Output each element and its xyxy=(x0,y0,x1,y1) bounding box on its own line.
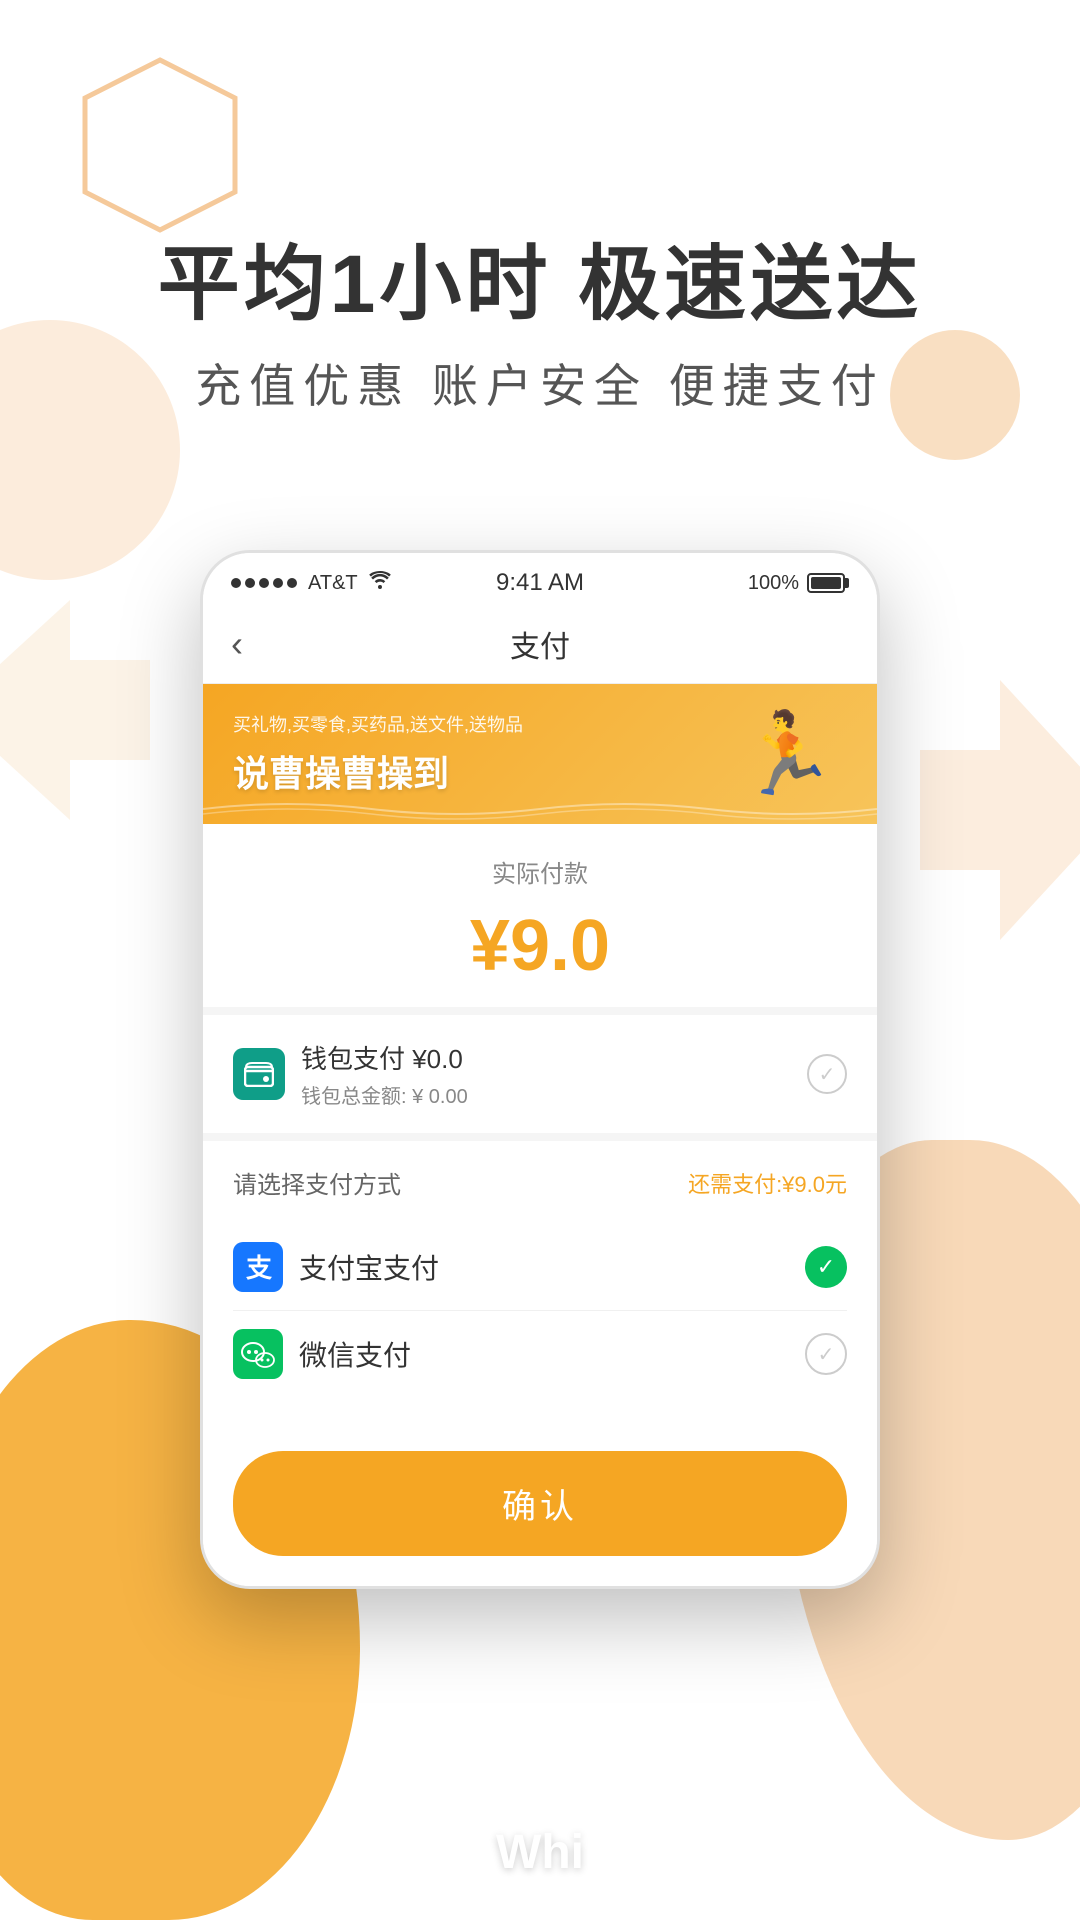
arrow-decoration-left xyxy=(0,600,150,820)
wechat-unselected-check: ✓ xyxy=(805,1333,847,1375)
signal-dot-4 xyxy=(273,578,283,588)
confirm-button-wrap: 确认 xyxy=(203,1421,877,1586)
wifi-icon xyxy=(369,571,391,595)
nav-bar: ‹ 支付 xyxy=(203,605,877,684)
back-button[interactable]: ‹ xyxy=(231,623,243,665)
battery-icon xyxy=(807,573,845,593)
wechat-label: 微信支付 xyxy=(299,1334,411,1374)
hexagon-decoration xyxy=(80,55,240,235)
payment-section: 实际付款 ¥9.0 xyxy=(203,824,877,1015)
signal-dot-3 xyxy=(259,578,269,588)
wallet-info: 钱包支付 ¥0.0 钱包总金额: ¥ 0.00 xyxy=(301,1039,468,1109)
status-bar: AT&T 9:41 AM 100% xyxy=(203,553,877,605)
battery-percent: 100% xyxy=(748,572,799,595)
signal-dot-5 xyxy=(287,578,297,588)
arrow-decoration-right xyxy=(920,680,1080,940)
method-header-label: 请选择支付方式 xyxy=(233,1165,401,1200)
signal-dot-1 xyxy=(231,578,241,588)
signal-dots xyxy=(231,578,297,588)
battery-fill xyxy=(811,577,841,589)
banner-runner-icon: 🏃 xyxy=(737,707,837,801)
payment-amount: ¥9.0 xyxy=(233,905,847,987)
header-section: 平均1小时 极速送达 充值优惠 账户安全 便捷支付 xyxy=(0,240,1080,416)
status-left: AT&T xyxy=(231,571,391,595)
alipay-label: 支付宝支付 xyxy=(299,1247,439,1287)
wechat-left: 微信支付 xyxy=(233,1329,411,1379)
status-time: 9:41 AM xyxy=(496,569,584,597)
payment-method-header: 请选择支付方式 还需支付:¥9.0元 xyxy=(233,1165,847,1200)
banner: 买礼物,买零食,买药品,送文件,送物品 说曹操曹操到 🏃 xyxy=(203,684,877,824)
nav-title: 支付 xyxy=(510,622,570,666)
confirm-button[interactable]: 确认 xyxy=(233,1451,847,1556)
status-right: 100% xyxy=(748,572,845,595)
payment-methods-section: 请选择支付方式 还需支付:¥9.0元 支 支付宝支付 ✓ xyxy=(203,1141,877,1421)
wallet-left: 钱包支付 ¥0.0 钱包总金额: ¥ 0.00 xyxy=(233,1039,468,1109)
alipay-row[interactable]: 支 支付宝支付 ✓ xyxy=(233,1224,847,1311)
wechat-row[interactable]: 微信支付 ✓ xyxy=(233,1311,847,1397)
alipay-icon: 支 xyxy=(233,1242,283,1292)
wallet-row: 钱包支付 ¥0.0 钱包总金额: ¥ 0.00 ✓ xyxy=(233,1039,847,1109)
alipay-left: 支 支付宝支付 xyxy=(233,1242,439,1292)
wallet-section[interactable]: 钱包支付 ¥0.0 钱包总金额: ¥ 0.00 ✓ xyxy=(203,1015,877,1141)
signal-dot-2 xyxy=(245,578,255,588)
phone-mockup: AT&T 9:41 AM 100% ‹ 支付 买礼物,买零食,买药品,送文件,送… xyxy=(200,550,880,1589)
alipay-selected-check: ✓ xyxy=(805,1246,847,1288)
wallet-check-icon: ✓ xyxy=(807,1054,847,1094)
wallet-sub: 钱包总金额: ¥ 0.00 xyxy=(301,1080,468,1109)
phone-frame: AT&T 9:41 AM 100% ‹ 支付 买礼物,买零食,买药品,送文件,送… xyxy=(200,550,880,1589)
payment-label: 实际付款 xyxy=(233,854,847,889)
wallet-title: 钱包支付 ¥0.0 xyxy=(301,1039,468,1076)
sub-title: 充值优惠 账户安全 便捷支付 xyxy=(0,350,1080,416)
svg-text:支: 支 xyxy=(246,1253,272,1283)
wallet-icon xyxy=(233,1048,285,1100)
wechat-icon xyxy=(233,1329,283,1379)
wave-decoration xyxy=(203,794,877,824)
carrier-label: AT&T xyxy=(308,572,358,595)
main-title: 平均1小时 极速送达 xyxy=(0,240,1080,330)
bottom-watermark: Whi xyxy=(496,1825,584,1880)
method-header-balance: 还需支付:¥9.0元 xyxy=(688,1167,847,1199)
